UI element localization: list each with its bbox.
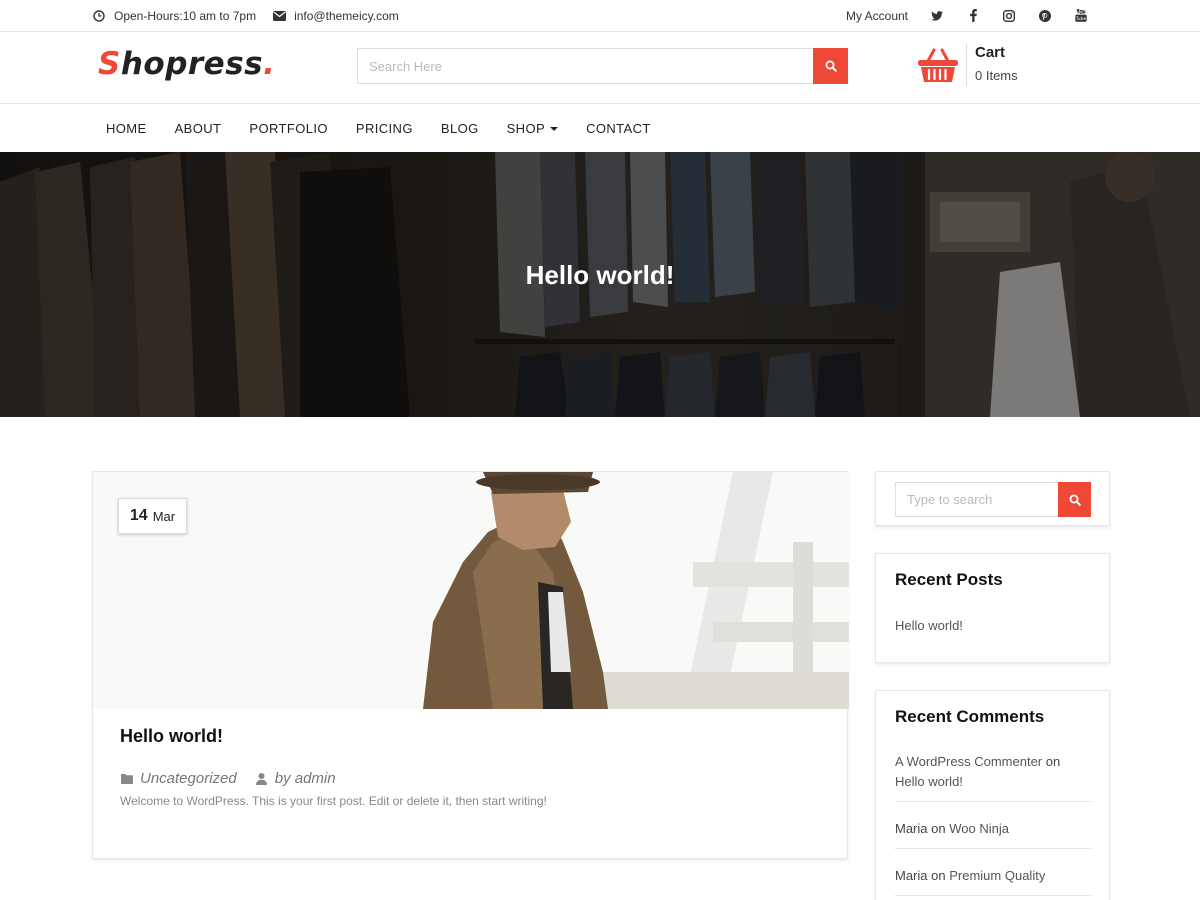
nav-item-shop-label: SHOP <box>506 120 546 136</box>
logo-dot: . <box>263 46 276 82</box>
recent-posts-heading: Recent Posts <box>895 570 1003 589</box>
sidebar-search-button[interactable] <box>1058 482 1091 517</box>
user-icon <box>255 772 269 786</box>
post-meta: Uncategorized by admin <box>120 770 336 787</box>
post-excerpt: Welcome to WordPress. This is your first… <box>120 794 547 808</box>
comment-post-link[interactable]: Hello world! <box>895 774 963 789</box>
nav-item-shop[interactable]: SHOP <box>493 121 572 136</box>
clock-icon <box>92 9 106 23</box>
envelope-icon <box>272 9 286 23</box>
blog-post-card: 14 Mar Hello world! Uncategorized by adm… <box>92 471 849 859</box>
cart-title[interactable]: Cart <box>975 44 1005 61</box>
opening-hours-text: Open-Hours:10 am to 7pm <box>114 8 257 23</box>
pinterest-icon[interactable] <box>1038 9 1052 23</box>
recent-comments-heading: Recent Comments <box>895 707 1045 726</box>
basket-icon[interactable] <box>917 48 959 89</box>
main-navigation: HOME ABOUT PORTFOLIO PRICING BLOG SHOP C… <box>0 104 1200 152</box>
header-search <box>357 48 848 84</box>
twitter-icon[interactable] <box>930 9 944 23</box>
cart-widget[interactable]: Cart 0 Items <box>917 44 1077 88</box>
comment-author: Maria <box>895 821 928 836</box>
comment-author: Maria <box>895 868 928 883</box>
instagram-icon[interactable] <box>1002 9 1016 23</box>
search-button[interactable] <box>813 48 848 84</box>
my-account-link[interactable]: My Account <box>846 9 908 23</box>
post-featured-image[interactable] <box>93 472 849 709</box>
cart-count: 0 Items <box>975 68 1018 83</box>
hero-title: Hello world! <box>525 260 675 290</box>
search-input[interactable] <box>358 49 814 83</box>
post-date-badge: 14 Mar <box>118 498 187 534</box>
recent-comments-widget: Recent Comments A WordPress Commenter on… <box>875 690 1110 900</box>
comment-item: Maria on Woo Ninja <box>895 819 1092 849</box>
caret-down-icon <box>550 126 559 131</box>
nav-item-portfolio[interactable]: PORTFOLIO <box>235 121 341 136</box>
search-icon <box>824 59 838 73</box>
page-hero-banner: Hello world! <box>0 152 1200 417</box>
search-icon <box>1068 493 1082 507</box>
youtube-icon[interactable]: Tube <box>1074 9 1088 23</box>
top-bar: Open-Hours:10 am to 7pm info@themeicy.co… <box>0 0 1200 32</box>
email-text[interactable]: info@themeicy.com <box>294 9 399 23</box>
logo-text: hopress <box>120 46 264 82</box>
opening-hours: Open-Hours:10 am to 7pm <box>92 9 256 23</box>
nav-item-pricing[interactable]: PRICING <box>342 121 427 136</box>
folder-icon <box>120 772 134 786</box>
post-date-day: 14 <box>129 507 148 524</box>
site-logo[interactable]: Shopress. <box>98 46 275 82</box>
site-header: Shopress. Cart 0 Items <box>0 32 1200 104</box>
comment-on-text: on <box>1045 754 1061 769</box>
nav-item-home[interactable]: HOME <box>92 121 161 136</box>
comment-item: Maria on Premium Quality <box>895 866 1092 896</box>
svg-text:Tube: Tube <box>1075 16 1087 22</box>
comment-post-link[interactable]: Woo Ninja <box>949 821 1009 836</box>
comment-on-text: on <box>931 868 946 883</box>
post-date-month: Mar <box>152 508 176 524</box>
recent-post-link[interactable]: Hello world! <box>895 618 963 633</box>
nav-item-contact[interactable]: CONTACT <box>572 121 665 136</box>
sidebar-search-input[interactable] <box>895 482 1059 517</box>
post-category-link[interactable]: Uncategorized <box>140 770 237 787</box>
post-image-artwork <box>93 472 849 709</box>
nav-item-about[interactable]: ABOUT <box>161 121 236 136</box>
facebook-icon[interactable] <box>966 9 980 23</box>
nav-item-blog[interactable]: BLOG <box>427 121 493 136</box>
post-title[interactable]: Hello world! <box>120 726 223 747</box>
post-author-link[interactable]: by admin <box>275 770 336 787</box>
comment-post-link[interactable]: Premium Quality <box>949 868 1045 883</box>
comment-author-link[interactable]: A WordPress Commenter <box>895 754 1042 769</box>
comment-on-text: on <box>931 821 946 836</box>
sidebar-search-widget <box>875 471 1110 526</box>
recent-posts-widget: Recent Posts Hello world! <box>875 553 1110 663</box>
contact-email[interactable]: info@themeicy.com <box>272 9 399 23</box>
logo-initial: S <box>98 46 121 82</box>
cart-divider <box>966 44 967 86</box>
comment-item: A WordPress Commenter on Hello world! <box>895 752 1092 802</box>
